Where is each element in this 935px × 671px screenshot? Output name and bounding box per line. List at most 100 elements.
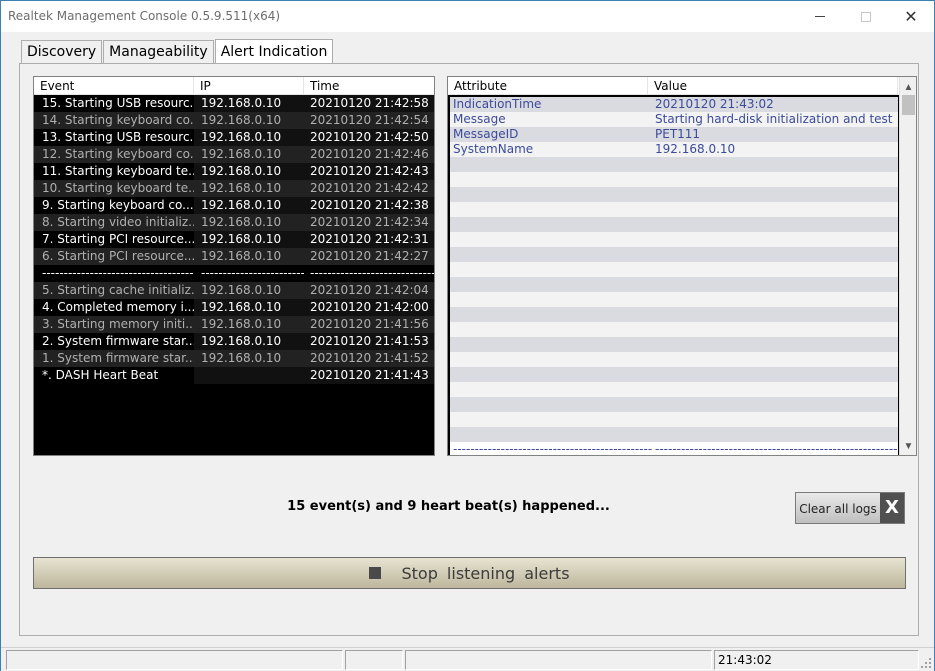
ip-cell: 192.168.0.10: [194, 197, 304, 214]
attribute-row[interactable]: SystemName 192.168.0.10: [450, 142, 898, 157]
ip-cell: 192.168.0.10: [194, 146, 304, 163]
maximize-button[interactable]: [843, 1, 889, 32]
empty-row: [450, 277, 898, 292]
minimize-button[interactable]: [797, 1, 843, 32]
event-cell: 15. Starting USB resourc...: [34, 95, 194, 112]
tab-bar: Discovery Manageability Alert Indication: [21, 38, 334, 65]
ip-cell: 192.168.0.10: [194, 180, 304, 197]
event-row[interactable]: 5. Starting cache initializ... 192.168.0.…: [34, 282, 434, 299]
event-row[interactable]: 6. Starting PCI resource... 192.168.0.10 2…: [34, 248, 434, 265]
tab-manageability[interactable]: Manageability: [103, 40, 214, 64]
time-cell: 20210120 21:42:34: [304, 214, 434, 231]
column-header-event[interactable]: Event: [34, 77, 194, 95]
empty-row: [450, 412, 898, 427]
empty-row: [450, 367, 898, 382]
attributes-list[interactable]: Attribute Value IndicationTime 20210120 2…: [447, 76, 917, 456]
attribute-separator-row: ----------------------------------------…: [450, 442, 898, 456]
column-header-value[interactable]: Value: [648, 77, 898, 95]
separator-value: ----------------------------------------…: [655, 442, 898, 456]
attribute-row[interactable]: Message Starting hard-disk initialization…: [450, 112, 898, 127]
ip-cell: 192.168.0.10: [194, 163, 304, 180]
ip-cell: 192.168.0.10: [194, 248, 304, 265]
time-cell: 20210120 21:42:46: [304, 146, 434, 163]
event-row[interactable]: 9. Starting keyboard co... 192.168.0.10 20…: [34, 197, 434, 214]
time-cell: 20210120 21:42:04: [304, 282, 434, 299]
ip-cell: 192.168.0.10: [194, 214, 304, 231]
event-row[interactable]: 7. Starting PCI resource... 192.168.0.10 2…: [34, 231, 434, 248]
empty-row: [450, 187, 898, 202]
scroll-up-icon[interactable]: ▲: [900, 79, 916, 96]
separator-key: ----------------------------------------…: [453, 442, 652, 456]
stop-listening-button[interactable]: Stop listening alerts: [33, 557, 906, 589]
summary-text: 15 event(s) and 9 heart beat(s) happened…: [287, 499, 610, 514]
event-row[interactable]: 10. Starting keyboard te... 192.168.0.10 2…: [34, 180, 434, 197]
time-cell: 20210120 21:42:50: [304, 129, 434, 146]
empty-row: [450, 232, 898, 247]
clear-x-icon: X: [880, 493, 904, 523]
status-cell-3: [405, 650, 712, 670]
event-cell: 13. Starting USB resourc...: [34, 129, 194, 146]
minimize-icon: [815, 16, 825, 17]
ip-cell: 192.168.0.10: [194, 316, 304, 333]
attribute-name: Message: [453, 112, 506, 126]
event-cell: 4. Completed memory i...: [34, 299, 194, 316]
event-row[interactable]: 15. Starting USB resourc... 192.168.0.10 2…: [34, 95, 434, 112]
event-row[interactable]: 14. Starting keyboard co... 192.168.0.10 2…: [34, 112, 434, 129]
event-row[interactable]: 1. System firmware star... 192.168.0.10 20…: [34, 350, 434, 367]
attribute-name: MessageID: [453, 127, 519, 141]
event-cell: 9. Starting keyboard co...: [34, 197, 194, 214]
event-row[interactable]: 11. Starting keyboard te... 192.168.0.10 2…: [34, 163, 434, 180]
event-row[interactable]: 12. Starting keyboard co... 192.168.0.10 2…: [34, 146, 434, 163]
stop-listening-label: Stop listening alerts: [401, 563, 570, 583]
time-cell: 20210120 21:41:53: [304, 333, 434, 350]
attributes-scrollbar[interactable]: ▲ ▼: [899, 77, 916, 455]
status-time: 21:43:02: [714, 650, 919, 670]
tab-discovery[interactable]: Discovery: [21, 40, 103, 64]
time-cell: 20210120 21:42:38: [304, 197, 434, 214]
ip-cell: 192.168.0.10: [194, 282, 304, 299]
status-cell-1: [6, 650, 343, 670]
event-row[interactable]: *. DASH Heart Beat 20210120 21:41:43: [34, 367, 434, 384]
ip-cell: 192.168.0.10: [194, 112, 304, 129]
time-cell: 20210120 21:41:52: [304, 350, 434, 367]
time-cell: 20210120 21:42:00: [304, 299, 434, 316]
empty-row: [450, 262, 898, 277]
attributes-body: IndicationTime 20210120 21:43:02 Message St…: [448, 95, 900, 455]
event-cell: 6. Starting PCI resource...: [34, 248, 194, 265]
scroll-down-icon[interactable]: ▼: [900, 438, 916, 455]
event-cell: 10. Starting keyboard te...: [34, 180, 194, 197]
resize-grip-icon[interactable]: [920, 657, 932, 669]
event-row[interactable]: 13. Starting USB resourc... 192.168.0.10 2…: [34, 129, 434, 146]
close-button[interactable]: ✕: [888, 1, 934, 32]
attribute-row[interactable]: MessageID PET111: [450, 127, 898, 142]
event-cell: 12. Starting keyboard co...: [34, 146, 194, 163]
ip-cell: 192.168.0.10: [194, 231, 304, 248]
empty-row: [450, 382, 898, 397]
column-header-attribute[interactable]: Attribute: [448, 77, 648, 95]
ip-cell: 192.168.0.10: [194, 350, 304, 367]
event-row[interactable]: 8. Starting video initializ... 192.168.0.…: [34, 214, 434, 231]
event-row[interactable]: 2. System firmware star... 192.168.0.10 20…: [34, 333, 434, 350]
column-header-ip[interactable]: IP: [194, 77, 304, 95]
attribute-row[interactable]: IndicationTime 20210120 21:43:02: [450, 97, 898, 112]
events-list[interactable]: Event IP Time 15. Starting USB resourc..…: [33, 76, 435, 456]
event-cell: 3. Starting memory initi...: [34, 316, 194, 333]
event-cell: 1. System firmware star...: [34, 350, 194, 367]
clear-all-logs-button[interactable]: Clear all logs X: [795, 492, 905, 524]
empty-row: [450, 172, 898, 187]
event-row[interactable]: 4. Completed memory i... 192.168.0.10 2021…: [34, 299, 434, 316]
scroll-thumb[interactable]: [902, 95, 915, 115]
time-cell: 20210120 21:42:42: [304, 180, 434, 197]
empty-row: [450, 307, 898, 322]
event-row[interactable]: 3. Starting memory initi... 192.168.0.10 2…: [34, 316, 434, 333]
empty-row: [450, 427, 898, 442]
empty-row: [450, 352, 898, 367]
time-cell: 20210120 21:41:43: [304, 367, 434, 384]
time-cell: 20210120 21:42:31: [304, 231, 434, 248]
tab-alert-indication[interactable]: Alert Indication: [214, 39, 334, 65]
attribute-value: PET111: [655, 127, 701, 141]
ip-cell: 192.168.0.10: [194, 129, 304, 146]
column-header-time[interactable]: Time: [304, 77, 434, 95]
attribute-name: IndicationTime: [453, 97, 542, 111]
attributes-header: Attribute Value: [448, 77, 916, 95]
